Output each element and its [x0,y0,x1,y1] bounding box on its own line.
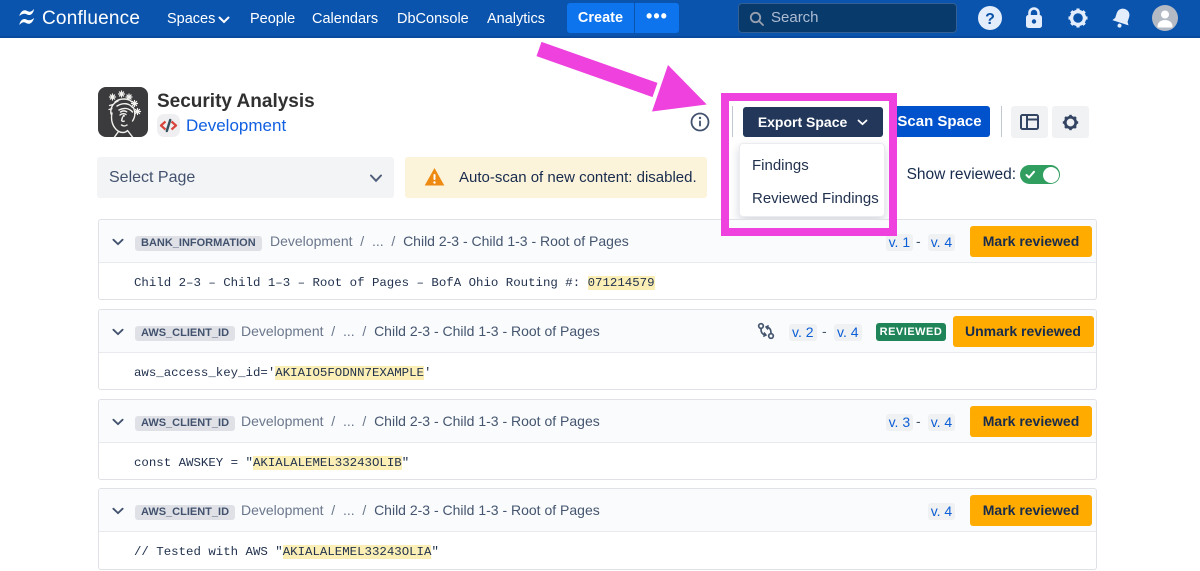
svg-text:?: ? [985,11,995,28]
